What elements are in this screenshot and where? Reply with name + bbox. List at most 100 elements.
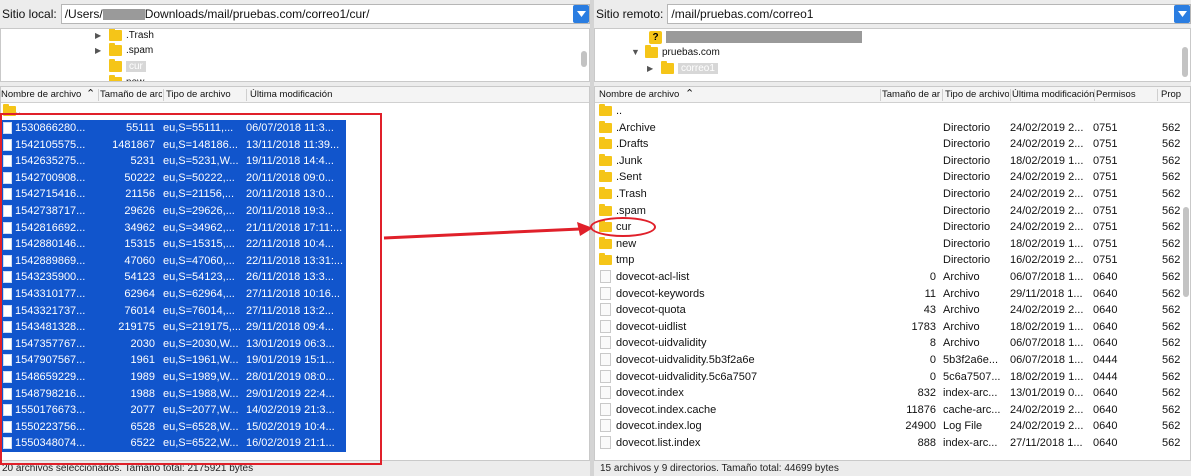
file-type: Directorio: [943, 154, 991, 167]
file-permissions: 0751: [1093, 221, 1118, 234]
table-row[interactable]: ..: [595, 103, 1190, 120]
file-owner: 562: [1162, 188, 1181, 200]
file-name: dovecot-uidlist: [616, 320, 687, 333]
table-row[interactable]: dovecot-uidvalidity.5c6a7507 0 5c6a7507...…: [595, 369, 1190, 386]
remote-path-input[interactable]: /mail/pruebas.com/correo1: [667, 4, 1191, 24]
file-name: .Archive: [616, 121, 656, 134]
tree-item-label: .Trash: [126, 29, 154, 41]
column-divider[interactable]: [1010, 89, 1011, 101]
file-name: dovecot-keywords: [616, 287, 705, 300]
file-modified: 18/02/2019 1...: [1010, 320, 1084, 333]
file-icon: [600, 419, 611, 433]
table-row[interactable]: tmp Directorio 16/02/2019 2... 0751 562: [595, 252, 1190, 269]
table-row[interactable]: .spam Directorio 24/02/2019 2... 0751 562: [595, 203, 1190, 220]
file-modified: 24/02/2019 2...: [1010, 171, 1084, 184]
file-type: Directorio: [943, 188, 991, 200]
tree-item-new[interactable]: new: [109, 74, 144, 81]
tree-item-spam[interactable]: ▶ .spam: [95, 42, 153, 58]
table-row[interactable]: .Trash Directorio 24/02/2019 2... 0751 562: [595, 186, 1190, 203]
table-row[interactable]: .Archive Directorio 24/02/2019 2... 0751 562: [595, 120, 1190, 137]
folder-icon: [599, 137, 612, 150]
remote-file-list: Nombre de archivo ⌃ Tamaño de ar Tipo de…: [594, 86, 1191, 461]
file-owner: 562: [1162, 121, 1181, 134]
column-divider[interactable]: [880, 89, 881, 101]
file-name: dovecot-acl-list: [616, 271, 690, 283]
local-site-bar: Sitio local: /Users/ Downloads/mail/prue…: [0, 3, 590, 25]
file-modified: 24/02/2019 2...: [1010, 204, 1084, 217]
file-name: tmp: [616, 254, 635, 267]
table-row[interactable]: new Directorio 18/02/2019 1... 0751 562: [595, 236, 1190, 253]
file-icon: [600, 270, 611, 283]
folder-icon: [599, 253, 612, 266]
tree-item-cur[interactable]: cur: [109, 58, 146, 74]
column-divider[interactable]: [246, 89, 247, 101]
column-header-type[interactable]: Tipo de archivo: [945, 89, 1009, 100]
file-icon: [600, 402, 611, 416]
file-name: dovecot-uidvalidity.5c6a7507: [616, 370, 758, 383]
local-site-label: Sitio local:: [2, 7, 57, 21]
column-divider[interactable]: [1157, 89, 1158, 101]
file-type: Log File: [943, 420, 983, 433]
tree-item-label: cur: [126, 60, 146, 72]
file-modified: 18/02/2019 1...: [1010, 370, 1084, 383]
tree-scrollbar[interactable]: [1182, 47, 1188, 77]
table-row[interactable]: dovecot-keywords 11 Archivo 29/11/2018 1...…: [595, 286, 1190, 303]
table-row[interactable]: dovecot-acl-list 0 Archivo 06/07/2018 1... 0…: [595, 269, 1190, 286]
column-divider[interactable]: [942, 89, 943, 101]
remote-path-dropdown-button[interactable]: [1174, 5, 1190, 23]
column-header-size[interactable]: Tamaño de ar: [882, 89, 942, 100]
expand-icon[interactable]: ▶: [647, 64, 655, 73]
table-row[interactable]: dovecot-uidvalidity 8 Archivo 06/07/2018 1.…: [595, 335, 1190, 352]
table-row[interactable]: .Sent Directorio 24/02/2019 2... 0751 562: [595, 169, 1190, 186]
column-header-type[interactable]: Tipo de archivo: [166, 89, 244, 100]
local-path-input[interactable]: /Users/ Downloads/mail/pruebas.com/corre…: [60, 4, 590, 24]
file-type: Archivo: [943, 304, 980, 317]
file-permissions: 0640: [1093, 320, 1118, 333]
remote-list-scrollbar[interactable]: [1183, 207, 1189, 297]
table-row[interactable]: dovecot.index.cache 11876 cache-arc... 24/0…: [595, 402, 1190, 419]
column-header-modified[interactable]: Última modificación: [1012, 89, 1094, 100]
table-row[interactable]: .Junk Directorio 18/02/2019 1... 0751 562: [595, 153, 1190, 170]
file-size: 0: [929, 354, 936, 366]
tree-scrollbar[interactable]: [581, 51, 587, 67]
file-permissions: 0640: [1093, 403, 1118, 416]
file-permissions: 0444: [1093, 370, 1118, 383]
tree-item-correo1[interactable]: ▶ correo1: [647, 60, 718, 76]
column-header-name[interactable]: Nombre de archivo: [599, 89, 683, 100]
folder-icon: [599, 170, 612, 183]
table-row[interactable]: dovecot.index 832 index-arc... 13/01/2019 0…: [595, 385, 1190, 402]
table-row[interactable]: dovecot-uidvalidity.5b3f2a6e 0 5b3f2a6e...…: [595, 352, 1190, 369]
file-name: dovecot-quota: [616, 304, 686, 317]
file-permissions: 0640: [1093, 337, 1118, 350]
table-row[interactable]: dovecot-uidlist 1783 Archivo 18/02/2019 1..…: [595, 319, 1190, 336]
column-divider[interactable]: [1094, 89, 1095, 101]
tree-item-root[interactable]: ?: [649, 29, 862, 45]
local-path-dropdown-button[interactable]: [573, 5, 589, 23]
table-row[interactable]: cur Directorio 24/02/2019 2... 0751 562: [595, 219, 1190, 236]
file-type: Directorio: [943, 138, 991, 151]
table-row[interactable]: dovecot.list.index 888 index-arc... 27/11/2…: [595, 435, 1190, 452]
column-header-name[interactable]: Nombre de archivo: [1, 89, 85, 100]
column-header-modified[interactable]: Última modificación: [250, 89, 370, 100]
table-row[interactable]: dovecot.index.log 24900 Log File 24/02/2019…: [595, 418, 1190, 435]
file-permissions: 0751: [1093, 237, 1118, 250]
file-modified: 13/01/2019 0...: [1010, 387, 1084, 400]
sort-up-icon: ⌃: [86, 88, 96, 100]
column-divider[interactable]: [98, 89, 99, 101]
expand-icon[interactable]: ▶: [95, 31, 103, 40]
column-header-size[interactable]: Tamaño de arc: [100, 89, 162, 100]
tree-item-trash[interactable]: ▶ .Trash: [95, 29, 154, 43]
column-divider[interactable]: [163, 89, 164, 101]
file-type: Archivo: [943, 287, 980, 300]
column-header-permissions[interactable]: Permisos: [1096, 89, 1154, 100]
file-modified: 16/02/2019 2...: [1010, 254, 1084, 267]
expand-icon[interactable]: ▶: [95, 46, 103, 55]
file-icon: [600, 336, 611, 350]
collapse-icon[interactable]: ▼: [631, 47, 640, 57]
table-row[interactable]: .Drafts Directorio 24/02/2019 2... 0751 562: [595, 136, 1190, 153]
tree-item-pruebas[interactable]: ▼ pruebas.com: [631, 44, 720, 60]
column-header-owner[interactable]: Prop: [1161, 89, 1190, 100]
file-modified: 24/02/2019 2...: [1010, 420, 1084, 433]
table-row[interactable]: dovecot-quota 43 Archivo 24/02/2019 2... 064…: [595, 302, 1190, 319]
file-type: Directorio: [943, 254, 991, 267]
